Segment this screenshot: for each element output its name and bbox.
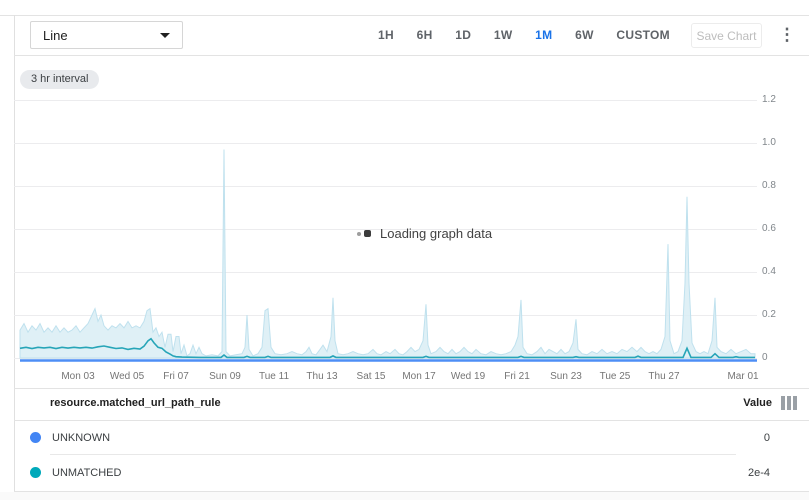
bottom-strip <box>0 492 809 500</box>
y-tick-label: 0 <box>762 353 792 363</box>
toolbar-bottom-border <box>14 55 809 56</box>
time-range-6w[interactable]: 6W <box>575 28 594 42</box>
table-key-header[interactable]: resource.matched_url_path_rule <box>50 397 221 409</box>
table-row-unknown[interactable]: UNKNOWN 0 <box>0 420 809 455</box>
loading-text: Loading graph data <box>380 226 492 241</box>
y-tick-label: 1.0 <box>762 138 792 148</box>
columns-icon[interactable] <box>781 396 797 410</box>
series-label: UNKNOWN <box>52 432 110 444</box>
more-options-icon[interactable]: ⋮ <box>777 24 797 46</box>
table-value-header[interactable]: Value <box>743 397 772 409</box>
y-tick-label: 0.2 <box>762 310 792 320</box>
loading-dot-icon <box>364 230 371 237</box>
series-color-dot <box>30 432 41 443</box>
loading-dot-icon <box>357 232 361 236</box>
time-range-1d[interactable]: 1D <box>455 28 471 42</box>
y-tick-label: 0.8 <box>762 181 792 191</box>
save-chart-button[interactable]: Save Chart <box>691 23 762 48</box>
y-tick-label: 1.2 <box>762 95 792 105</box>
chart-type-value: Line <box>43 28 68 43</box>
y-tick-label: 0.4 <box>762 267 792 277</box>
time-range-6h[interactable]: 6H <box>417 28 433 42</box>
y-tick-label: 0.6 <box>762 224 792 234</box>
chart-type-select[interactable]: Line <box>30 21 183 49</box>
chevron-down-icon <box>160 33 170 38</box>
panel-top-border <box>0 15 809 16</box>
time-range-custom[interactable]: CUSTOM <box>616 28 670 42</box>
table-row-unmatched[interactable]: UNMATCHED 2e-4 <box>0 455 809 490</box>
series-value: 0 <box>764 432 770 444</box>
x-tick-label: Thu 27 <box>634 371 694 382</box>
interval-chip: 3 hr interval <box>20 70 99 89</box>
time-range-1w[interactable]: 1W <box>494 28 513 42</box>
time-range-1h[interactable]: 1H <box>378 28 394 42</box>
time-range-group: 1H 6H 1D 1W 1M 6W CUSTOM <box>378 21 670 49</box>
loading-indicator: Loading graph data <box>357 226 492 241</box>
table-top-border <box>14 388 809 389</box>
time-range-1m[interactable]: 1M <box>535 28 552 42</box>
unmatched-area-series <box>20 150 755 359</box>
x-tick-label: Mar 01 <box>713 371 773 382</box>
monitoring-chart-panel: Line 1H 6H 1D 1W 1M 6W CUSTOM Save Chart ⋮ 3 h… <box>0 0 809 500</box>
series-value: 2e-4 <box>748 467 770 479</box>
series-color-dot <box>30 467 41 478</box>
series-label: UNMATCHED <box>52 467 121 479</box>
